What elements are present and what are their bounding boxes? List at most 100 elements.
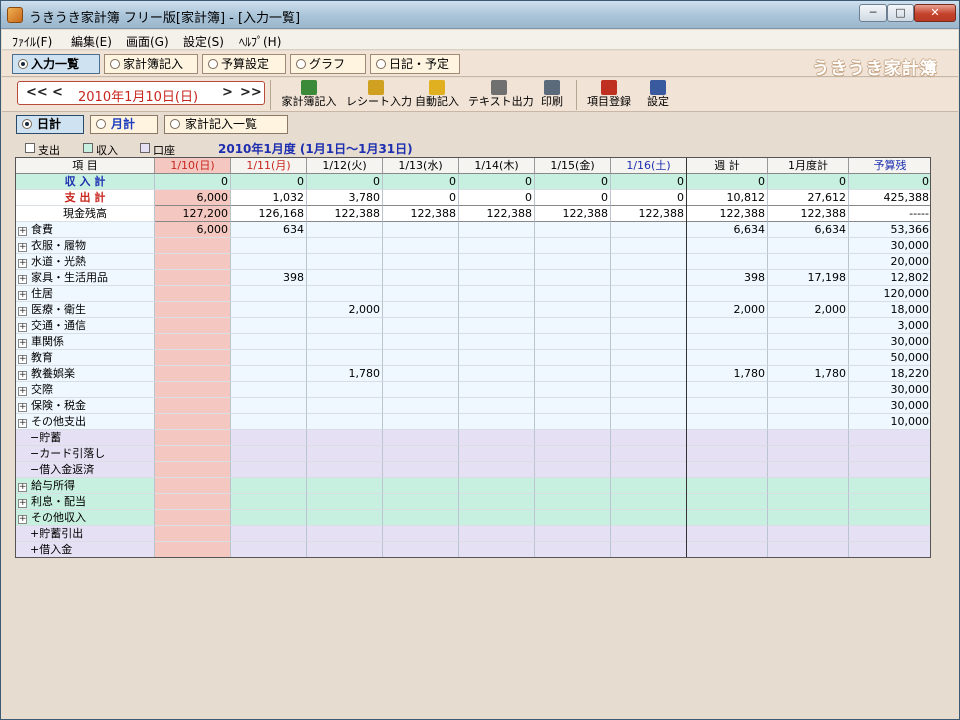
table-cell[interactable]: [155, 302, 231, 318]
table-cell[interactable]: 2,000: [768, 302, 849, 318]
table-cell[interactable]: [307, 238, 383, 254]
table-cell[interactable]: [155, 430, 231, 446]
row-label-cell[interactable]: 支 出 計: [16, 190, 155, 206]
table-cell[interactable]: [383, 478, 459, 494]
table-cell[interactable]: [687, 238, 768, 254]
table-cell[interactable]: [768, 334, 849, 350]
row-label-cell[interactable]: + 食費: [16, 222, 155, 238]
table-cell[interactable]: [383, 462, 459, 478]
table-cell[interactable]: [611, 494, 687, 510]
menu-view[interactable]: 画面(G): [126, 33, 169, 50]
expand-icon[interactable]: +: [18, 307, 27, 316]
table-cell[interactable]: [383, 286, 459, 302]
table-cell[interactable]: [307, 270, 383, 286]
table-cell[interactable]: [768, 286, 849, 302]
column-header[interactable]: 1/13(水): [383, 158, 459, 174]
row-label-cell[interactable]: + 教養娯楽: [16, 366, 155, 382]
table-cell[interactable]: [687, 254, 768, 270]
table-cell[interactable]: [307, 222, 383, 238]
table-cell[interactable]: 398: [231, 270, 307, 286]
table-cell[interactable]: [155, 318, 231, 334]
table-cell[interactable]: [849, 510, 930, 526]
expand-icon[interactable]: +: [18, 275, 27, 284]
table-cell[interactable]: [535, 478, 611, 494]
table-cell[interactable]: [383, 302, 459, 318]
menu-help[interactable]: ﾍﾙﾌﾟ(H): [239, 33, 281, 50]
table-cell[interactable]: [687, 382, 768, 398]
row-label-cell[interactable]: + その他収入: [16, 510, 155, 526]
table-cell[interactable]: [383, 334, 459, 350]
table-cell[interactable]: [768, 398, 849, 414]
table-cell[interactable]: [307, 334, 383, 350]
table-cell[interactable]: 6,634: [768, 222, 849, 238]
table-cell[interactable]: 398: [687, 270, 768, 286]
table-cell[interactable]: [611, 510, 687, 526]
table-cell[interactable]: [459, 478, 535, 494]
column-header[interactable]: 1/10(日): [155, 158, 231, 174]
table-cell[interactable]: [535, 398, 611, 414]
table-cell[interactable]: [231, 238, 307, 254]
next-month-button[interactable]: >>: [240, 85, 262, 100]
table-cell[interactable]: 0: [307, 174, 383, 190]
expand-icon[interactable]: +: [18, 291, 27, 300]
table-cell[interactable]: [231, 350, 307, 366]
table-cell[interactable]: [459, 334, 535, 350]
table-cell[interactable]: [459, 238, 535, 254]
table-cell[interactable]: 0: [459, 190, 535, 206]
table-cell[interactable]: [687, 414, 768, 430]
table-cell[interactable]: [768, 542, 849, 557]
table-cell[interactable]: [307, 430, 383, 446]
row-label-cell[interactable]: + 利息・配当: [16, 494, 155, 510]
tab-monthly[interactable]: 月計: [90, 115, 158, 134]
table-cell[interactable]: [155, 238, 231, 254]
table-cell[interactable]: [459, 542, 535, 557]
table-cell[interactable]: [768, 238, 849, 254]
table-cell[interactable]: [611, 302, 687, 318]
table-cell[interactable]: [307, 382, 383, 398]
row-label-cell[interactable]: +借入金: [16, 542, 155, 557]
print-tool[interactable]: 印刷: [534, 78, 570, 110]
column-header[interactable]: 1月度計: [768, 158, 849, 174]
table-cell[interactable]: [768, 510, 849, 526]
table-cell[interactable]: [459, 270, 535, 286]
table-cell[interactable]: 126,168: [231, 206, 307, 222]
row-label-cell[interactable]: + 教育: [16, 350, 155, 366]
table-cell[interactable]: [849, 430, 930, 446]
table-cell[interactable]: [307, 446, 383, 462]
table-cell[interactable]: [535, 526, 611, 542]
column-header[interactable]: 1/14(木): [459, 158, 535, 174]
table-cell[interactable]: [231, 254, 307, 270]
table-cell[interactable]: 0: [155, 174, 231, 190]
column-header[interactable]: 週 計: [687, 158, 768, 174]
table-cell[interactable]: [231, 318, 307, 334]
table-cell[interactable]: [611, 542, 687, 557]
row-label-cell[interactable]: + 医療・衛生: [16, 302, 155, 318]
row-label-cell[interactable]: +貯蓄引出: [16, 526, 155, 542]
table-cell[interactable]: [611, 382, 687, 398]
table-cell[interactable]: [307, 318, 383, 334]
table-cell[interactable]: [611, 238, 687, 254]
table-cell[interactable]: [307, 526, 383, 542]
column-header[interactable]: 1/16(土): [611, 158, 687, 174]
table-cell[interactable]: 17,198: [768, 270, 849, 286]
table-cell[interactable]: [231, 398, 307, 414]
table-cell[interactable]: 0: [383, 190, 459, 206]
table-cell[interactable]: [459, 430, 535, 446]
table-cell[interactable]: [307, 462, 383, 478]
table-cell[interactable]: [231, 446, 307, 462]
prev-month-button[interactable]: <<: [26, 85, 48, 100]
table-cell[interactable]: [155, 366, 231, 382]
table-cell[interactable]: [307, 286, 383, 302]
expand-icon[interactable]: +: [18, 355, 27, 364]
table-cell[interactable]: [155, 350, 231, 366]
table-cell[interactable]: 30,000: [849, 334, 930, 350]
table-cell[interactable]: [768, 414, 849, 430]
table-cell[interactable]: [849, 446, 930, 462]
table-cell[interactable]: [231, 366, 307, 382]
table-cell[interactable]: 12,802: [849, 270, 930, 286]
table-cell[interactable]: [459, 222, 535, 238]
table-cell[interactable]: [383, 494, 459, 510]
expand-icon[interactable]: +: [18, 339, 27, 348]
table-cell[interactable]: [383, 366, 459, 382]
expand-icon[interactable]: +: [18, 387, 27, 396]
